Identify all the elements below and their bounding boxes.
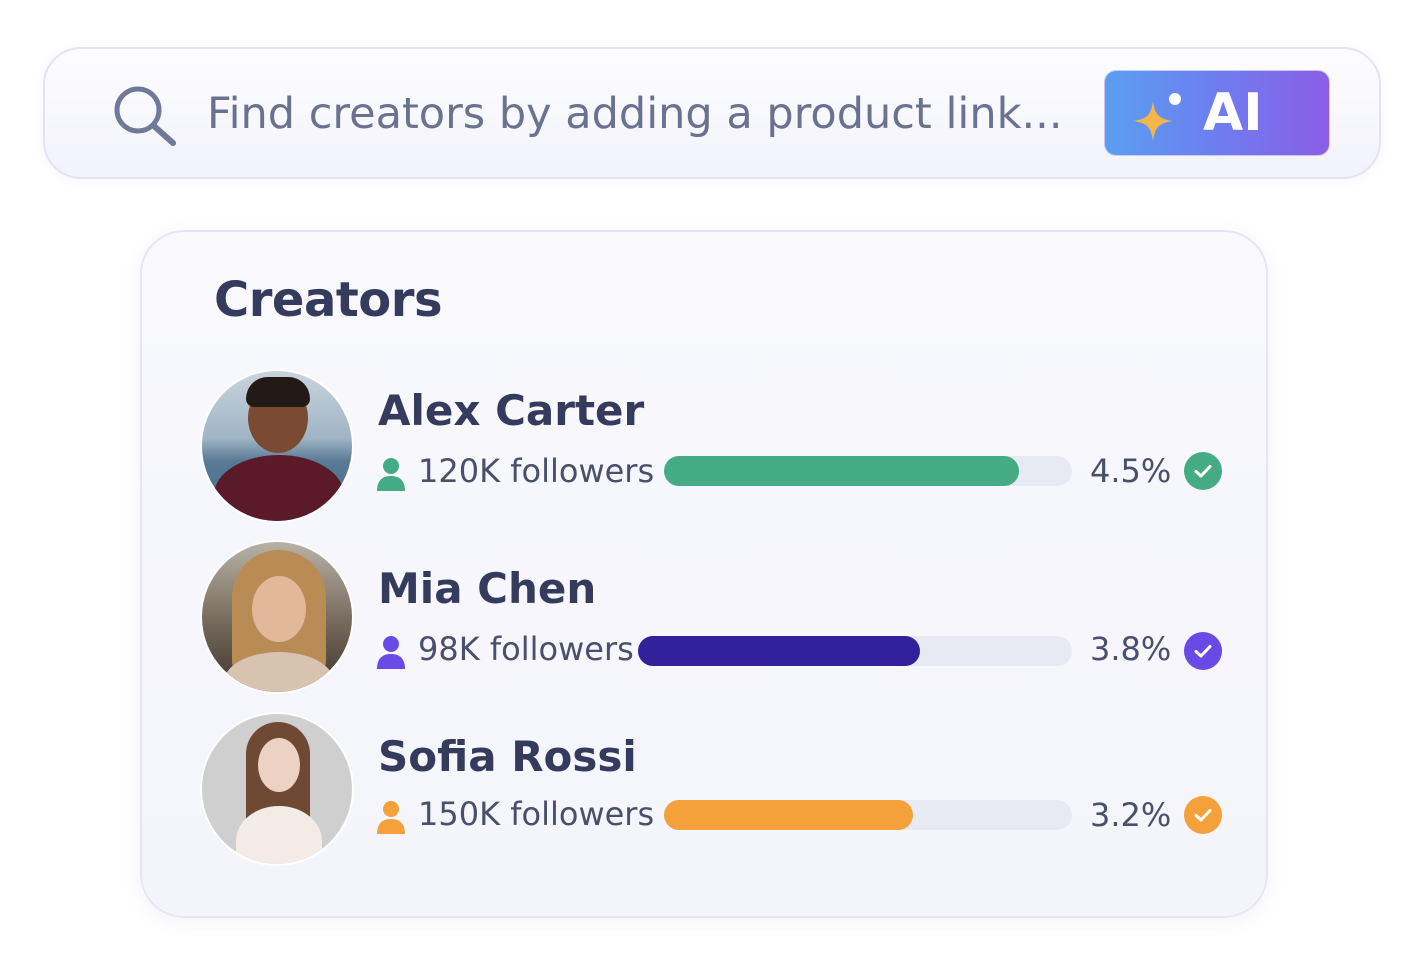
creators-panel: Creators Alex Carter 120K followers 4.5% bbox=[140, 230, 1268, 918]
creator-name: Sofia Rossi bbox=[378, 732, 637, 781]
sparkle-icon bbox=[1133, 93, 1181, 141]
user-icon bbox=[377, 636, 405, 669]
search-input[interactable] bbox=[207, 79, 1077, 149]
engagement-rate: 4.5% bbox=[1090, 452, 1172, 490]
creator-row[interactable]: Mia Chen 98K followers 3.8% bbox=[142, 540, 1266, 700]
panel-title: Creators bbox=[214, 272, 443, 328]
follower-count: 120K followers bbox=[418, 452, 655, 490]
engagement-rate: 3.8% bbox=[1090, 630, 1172, 668]
engagement-bar-fill bbox=[664, 456, 1019, 486]
engagement-bar-fill bbox=[638, 636, 921, 666]
creator-name: Alex Carter bbox=[378, 386, 645, 435]
search-icon bbox=[114, 86, 176, 146]
creator-row[interactable]: Sofia Rossi 150K followers 3.2% bbox=[142, 710, 1266, 870]
avatar bbox=[200, 712, 354, 866]
user-icon bbox=[377, 801, 405, 834]
check-icon bbox=[1184, 796, 1222, 834]
ai-search-button[interactable]: AI bbox=[1104, 70, 1330, 156]
check-icon bbox=[1184, 632, 1222, 670]
user-icon bbox=[377, 458, 405, 491]
engagement-bar bbox=[664, 800, 1072, 830]
avatar bbox=[200, 540, 354, 694]
check-icon bbox=[1184, 452, 1222, 490]
follower-count: 98K followers bbox=[418, 630, 634, 668]
engagement-bar bbox=[664, 456, 1072, 486]
engagement-bar bbox=[638, 636, 1072, 666]
search-bar: AI bbox=[43, 47, 1381, 179]
ai-button-label: AI bbox=[1203, 83, 1263, 143]
engagement-rate: 3.2% bbox=[1090, 796, 1172, 834]
follower-count: 150K followers bbox=[418, 795, 655, 833]
creator-name: Mia Chen bbox=[378, 564, 597, 613]
engagement-bar-fill bbox=[664, 800, 913, 830]
creator-row[interactable]: Alex Carter 120K followers 4.5% bbox=[142, 366, 1266, 526]
avatar bbox=[200, 369, 354, 523]
